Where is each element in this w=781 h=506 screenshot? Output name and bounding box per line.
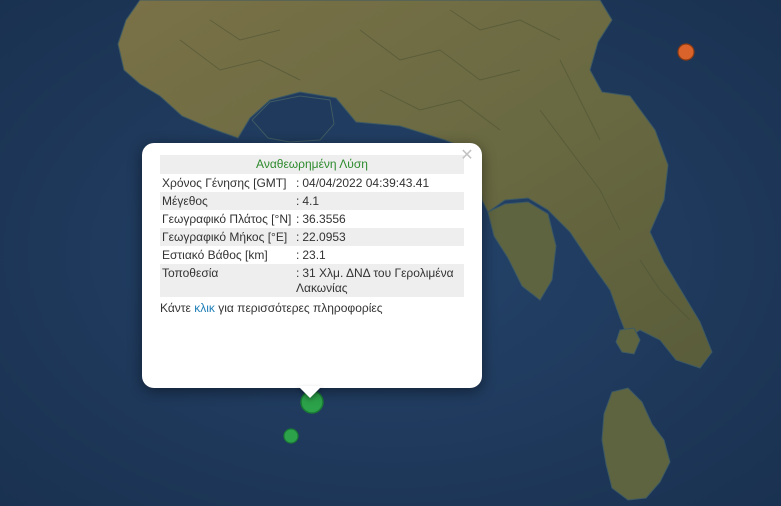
row-label-location: Τοποθεσία xyxy=(160,264,292,297)
table-row: Εστιακό Βάθος [km] :23.1 xyxy=(160,246,464,264)
row-label-origin-time: Χρόνος Γένησης [GMT] xyxy=(162,176,287,190)
table-row: Τοποθεσία :31 Χλμ. ΔΝΔ του Γερολιμένα Λα… xyxy=(160,264,464,297)
table-row: Γεωγραφικό Πλάτος [°N] :36.3556 xyxy=(160,210,464,228)
earthquake-marker-orange[interactable] xyxy=(677,43,695,61)
row-label-longitude: Γεωγραφικό Μήκος [°E] xyxy=(160,228,292,246)
row-value-latitude: :36.3556 xyxy=(296,212,346,226)
row-value-location: :31 Χλμ. ΔΝΔ του Γερολιμένα Λακωνίας xyxy=(292,264,464,297)
row-value-origin-time: :04/04/2022 04:39:43.41 xyxy=(296,176,430,190)
row-label-depth: Εστιακό Βάθος [km] xyxy=(162,248,268,262)
row-label-magnitude: Μέγεθος xyxy=(160,192,292,210)
table-row: Μέγεθος :4.1 xyxy=(160,192,464,210)
row-label-latitude: Γεωγραφικό Πλάτος [°N] xyxy=(162,212,292,226)
popup-header: Αναθεωρημένη Λύση xyxy=(160,155,464,174)
table-row: Χρόνος Γένησης [GMT] :04/04/2022 04:39:4… xyxy=(160,174,464,192)
more-info-link[interactable]: κλικ xyxy=(194,301,215,315)
more-info-text: Κάντε κλικ για περισσότερες πληροφορίες xyxy=(160,301,383,315)
details-table: Χρόνος Γένησης [GMT] :04/04/2022 04:39:4… xyxy=(160,174,464,297)
earthquake-marker[interactable] xyxy=(283,428,299,444)
info-popup: ✕ Αναθεωρημένη Λύση Χρόνος Γένησης [GMT]… xyxy=(142,143,482,388)
row-value-longitude: :22.0953 xyxy=(292,228,464,246)
popup-tip xyxy=(298,386,322,398)
close-icon[interactable]: ✕ xyxy=(458,146,476,164)
table-row: Γεωγραφικό Μήκος [°E] :22.0953 xyxy=(160,228,464,246)
row-value-magnitude: :4.1 xyxy=(292,192,464,210)
row-value-depth: :23.1 xyxy=(296,248,326,262)
